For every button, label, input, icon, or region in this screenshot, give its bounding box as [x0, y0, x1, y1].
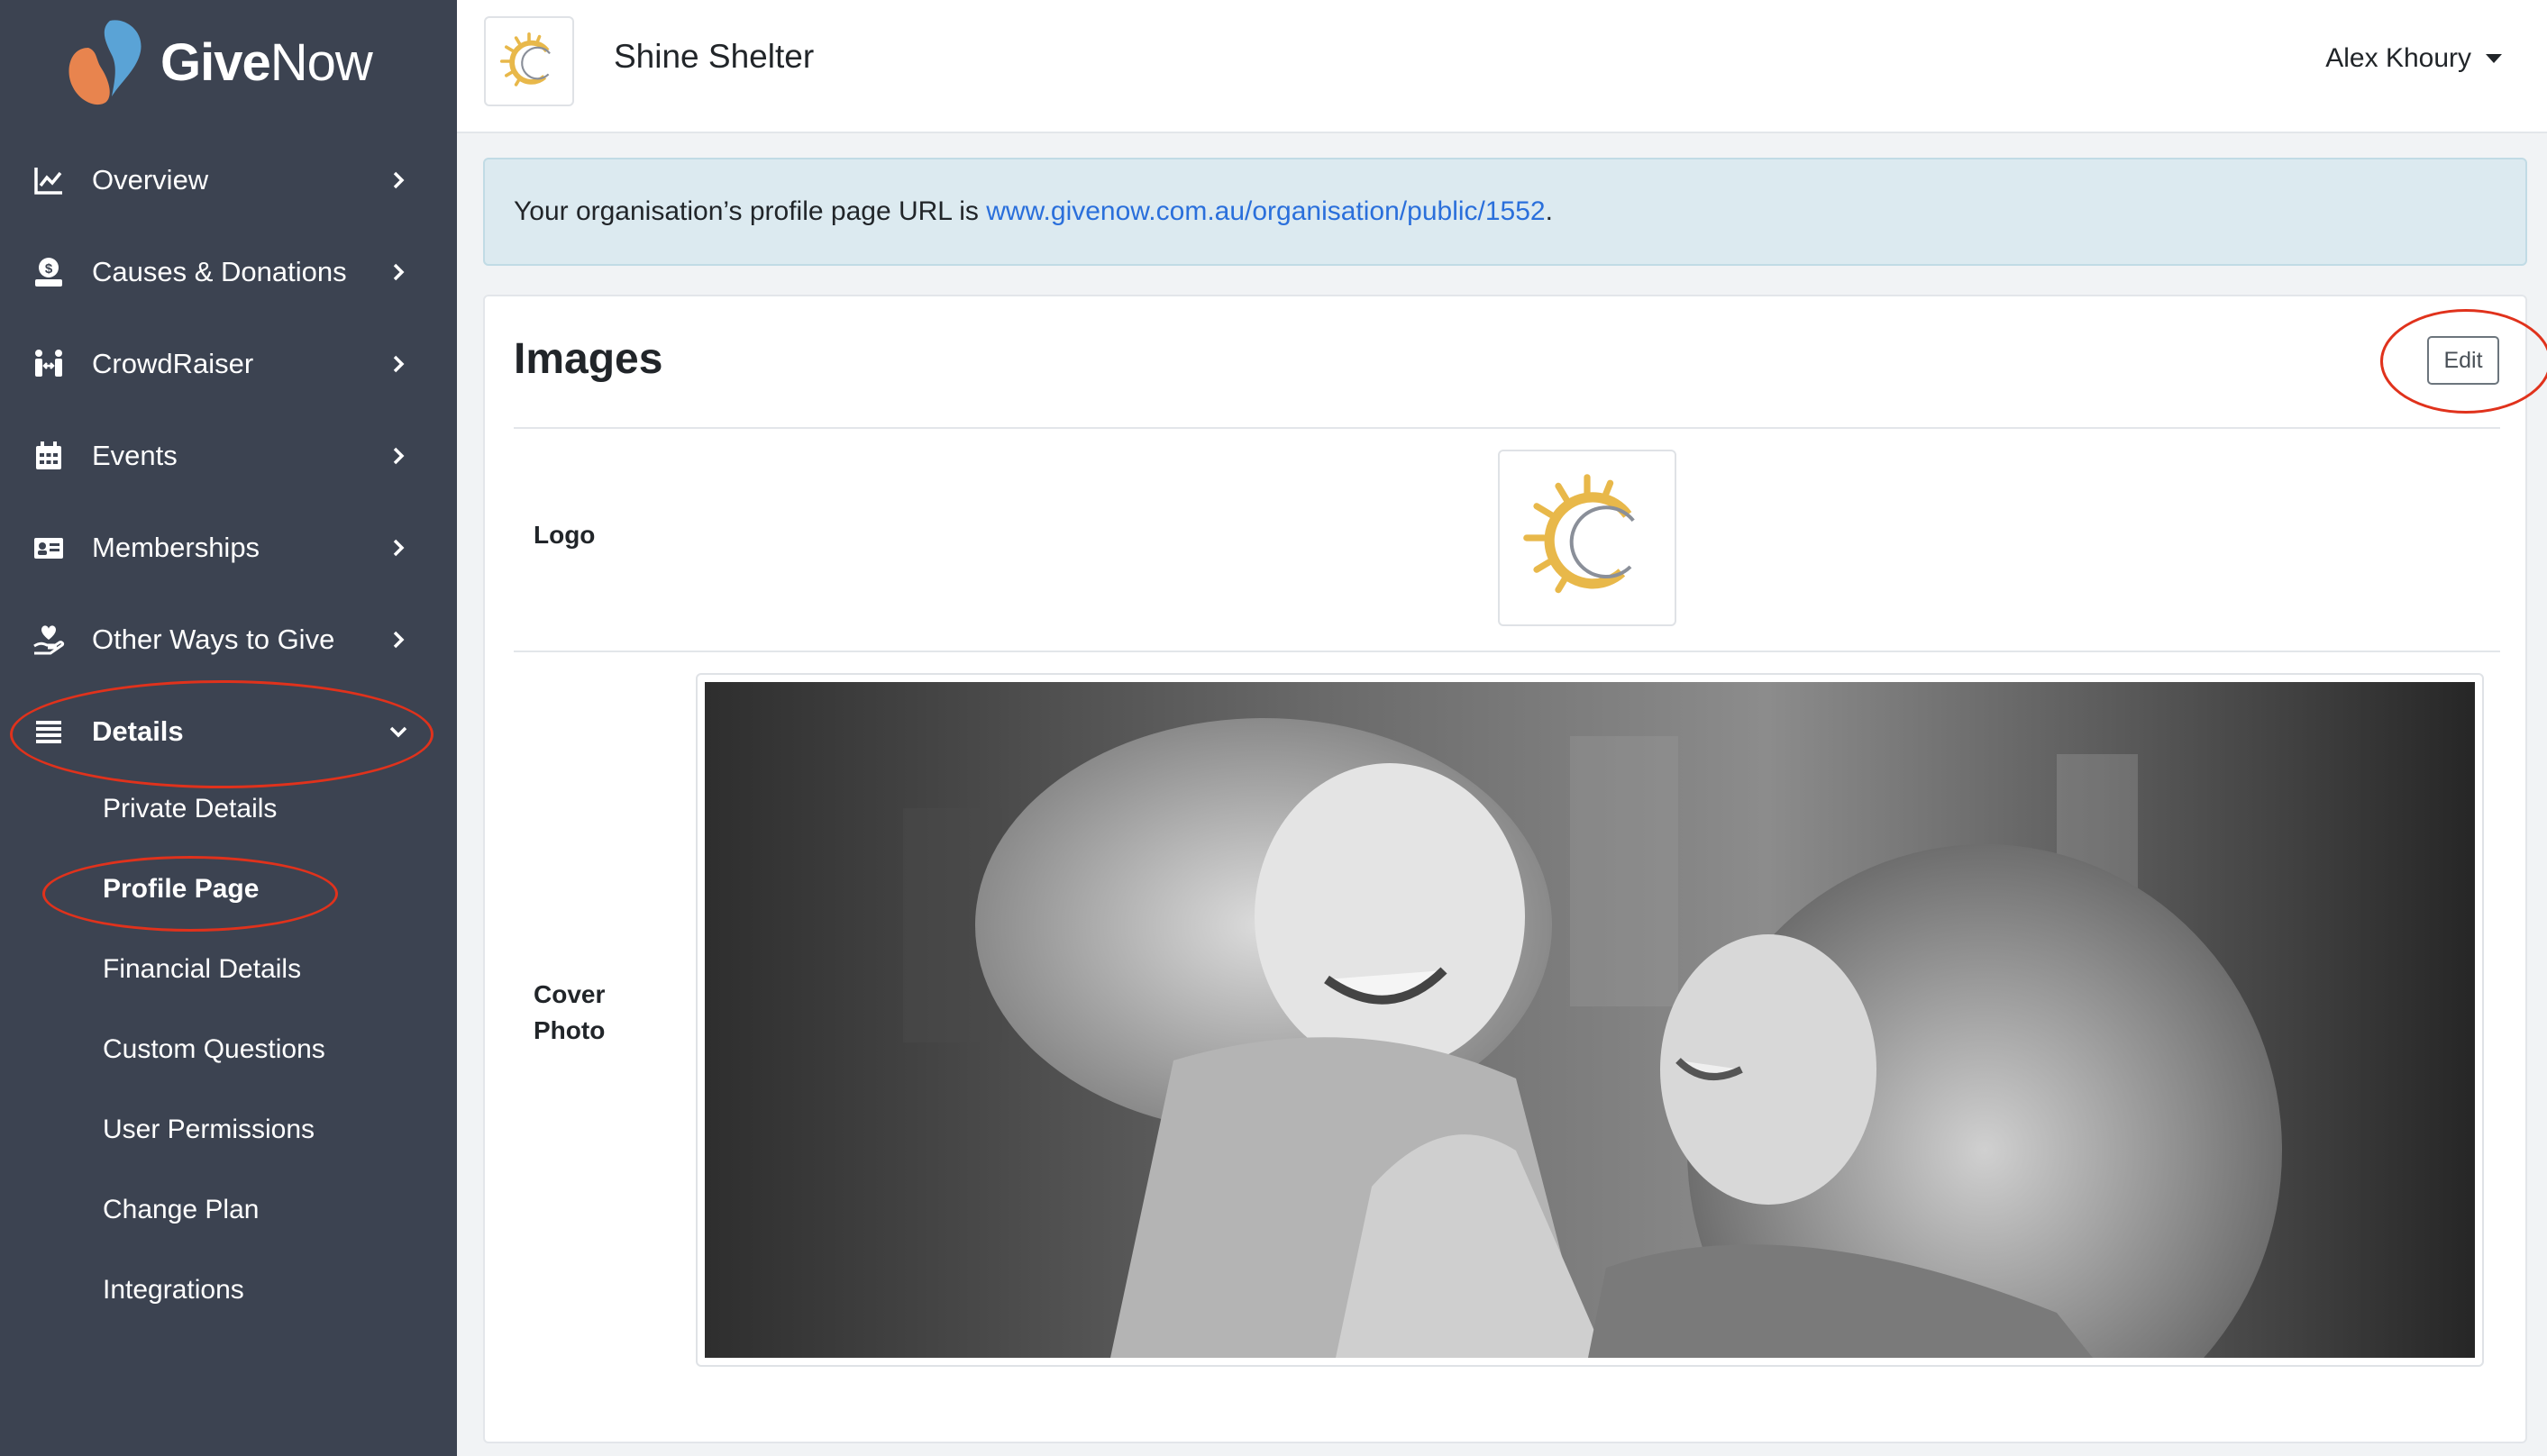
profile-url-link[interactable]: www.givenow.com.au/organisation/public/1… — [986, 196, 1545, 226]
sun-logo-icon — [499, 32, 551, 86]
chevron-right-icon — [393, 631, 405, 649]
list-icon — [36, 721, 61, 743]
images-card: Images Edit Logo Cover Photo — [483, 295, 2547, 1443]
sidebar-item-memberships[interactable]: Memberships — [0, 503, 457, 593]
sidebar-subitem-profile-page[interactable]: Profile Page — [103, 874, 259, 905]
id-card-icon — [34, 538, 63, 559]
donate-icon: $ — [35, 258, 62, 287]
cover-photo-frame — [696, 673, 2484, 1367]
givenow-heart-icon — [68, 20, 142, 105]
divider — [514, 651, 2500, 652]
sidebar-subitem-user-permissions[interactable]: User Permissions — [103, 1115, 315, 1145]
sidebar-item-events[interactable]: Events — [0, 411, 457, 501]
user-menu[interactable]: Alex Khoury — [2325, 43, 2502, 74]
caret-down-icon — [2486, 54, 2502, 63]
sidebar-subitem-integrations[interactable]: Integrations — [103, 1275, 244, 1306]
cover-photo-label: Cover Photo — [534, 980, 606, 1044]
sidebar-item-causes-donations[interactable]: $ Causes & Donations — [0, 227, 457, 317]
sidebar-item-label: Memberships — [92, 532, 260, 563]
givenow-logo[interactable]: GiveNow — [61, 13, 373, 112]
sun-logo-icon — [1523, 474, 1635, 594]
chart-line-icon — [34, 168, 62, 195]
chevron-right-icon — [393, 171, 405, 189]
top-bar: Shine Shelter Alex Khoury — [457, 0, 2547, 133]
logo-label: Logo — [534, 521, 596, 549]
org-name: Shine Shelter — [614, 38, 815, 75]
sidebar-item-overview[interactable]: Overview — [0, 135, 457, 225]
sidebar-item-label: CrowdRaiser — [92, 348, 254, 379]
logo-image — [1498, 450, 1676, 626]
sidebar-subitem-private-details[interactable]: Private Details — [103, 794, 277, 824]
edit-button[interactable]: Edit — [2427, 336, 2499, 385]
chevron-right-icon — [393, 355, 405, 373]
sidebar-subitem-financial-details[interactable]: Financial Details — [103, 954, 301, 985]
sidebar: GiveNow Overview $ Causes & Donations Cr… — [0, 0, 457, 1456]
sidebar-item-label: Other Ways to Give — [92, 623, 335, 655]
people-arrows-icon — [35, 350, 62, 377]
sidebar-item-crowdraiser[interactable]: CrowdRaiser — [0, 319, 457, 409]
calendar-icon — [36, 441, 61, 469]
alert-text: Your organisation’s profile page URL is … — [514, 196, 1553, 226]
sidebar-item-details[interactable]: Details — [0, 687, 457, 777]
org-logo[interactable] — [484, 16, 574, 106]
chevron-down-icon — [389, 726, 407, 738]
profile-url-alert: Your organisation’s profile page URL is … — [483, 158, 2527, 266]
chevron-right-icon — [393, 539, 405, 557]
chevron-right-icon — [393, 263, 405, 281]
brand-name: GiveNow — [160, 32, 373, 92]
user-name: Alex Khoury — [2325, 43, 2471, 73]
cover-photo — [705, 682, 2475, 1358]
sidebar-item-label: Details — [92, 715, 184, 747]
sidebar-item-label: Overview — [92, 164, 209, 196]
sidebar-subitem-custom-questions[interactable]: Custom Questions — [103, 1034, 325, 1065]
sidebar-item-other-ways-to-give[interactable]: Other Ways to Give — [0, 595, 457, 685]
hand-holding-heart-icon — [33, 625, 65, 655]
sidebar-item-label: Events — [92, 440, 178, 471]
sidebar-subitem-change-plan[interactable]: Change Plan — [103, 1195, 259, 1225]
svg-text:$: $ — [45, 261, 53, 277]
divider — [514, 427, 2500, 429]
chevron-right-icon — [393, 447, 405, 465]
sidebar-item-label: Causes & Donations — [92, 256, 347, 287]
card-title: Images — [514, 335, 663, 383]
